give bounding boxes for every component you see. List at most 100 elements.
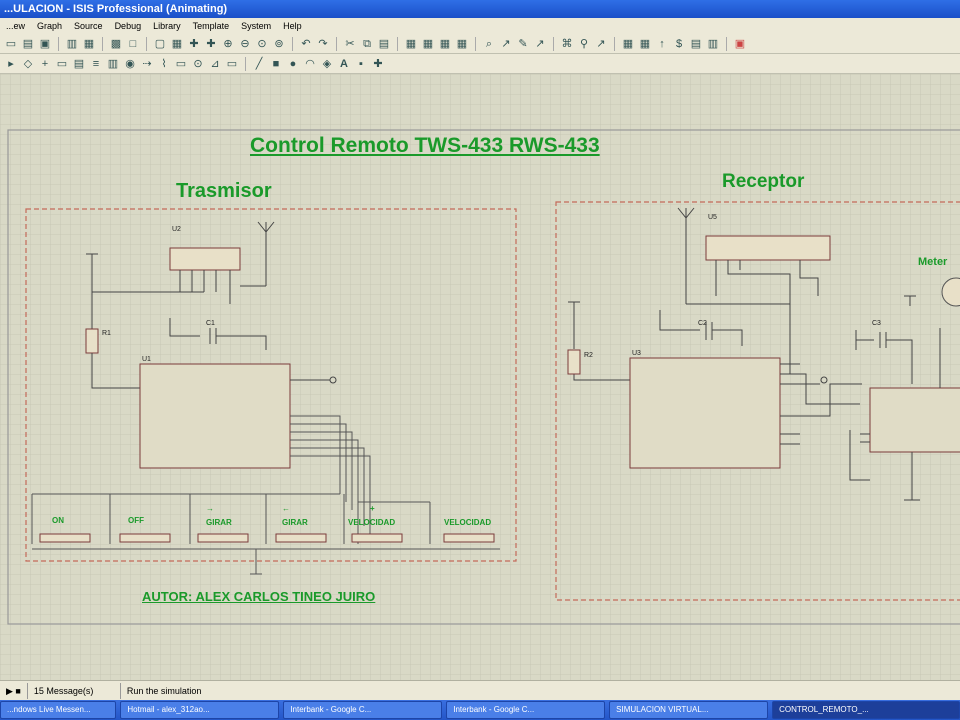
pin-icon[interactable]: ⇢ bbox=[140, 57, 154, 71]
author-label: AUTOR: ALEX CARLOS TINEO JUIRO bbox=[142, 589, 376, 604]
marker-icon[interactable]: ✚ bbox=[371, 57, 385, 71]
taskbar-item[interactable]: Interbank - Google C... bbox=[446, 701, 606, 719]
open-folder-icon[interactable]: ▤ bbox=[21, 37, 35, 51]
graph-icon[interactable]: ⌇ bbox=[157, 57, 171, 71]
menu-debug[interactable]: Debug bbox=[109, 18, 148, 34]
toolbar-separator bbox=[397, 36, 398, 51]
box-icon[interactable]: ■ bbox=[269, 57, 283, 71]
text-icon[interactable]: A bbox=[337, 57, 351, 71]
pick-device-icon[interactable]: ⌕ bbox=[482, 37, 496, 51]
exit-parent-icon[interactable]: ↑ bbox=[655, 37, 669, 51]
menu-help[interactable]: Help bbox=[277, 18, 308, 34]
symbol-icon[interactable]: ▪ bbox=[354, 57, 368, 71]
grid-icon[interactable]: ▦ bbox=[170, 37, 184, 51]
probe-icon[interactable]: ⊿ bbox=[208, 57, 222, 71]
button-girar-left-symbol: ← bbox=[282, 504, 290, 513]
import-icon[interactable]: ▥ bbox=[65, 37, 79, 51]
block-copy-icon[interactable]: ▦ bbox=[404, 37, 418, 51]
status-hint: Run the simulation bbox=[126, 686, 202, 696]
property-tool-icon[interactable]: ↗ bbox=[594, 37, 608, 51]
wire-autorouter-icon[interactable]: ⌘ bbox=[560, 37, 574, 51]
subcircuit-icon[interactable]: ▥ bbox=[106, 57, 120, 71]
menu-template[interactable]: Template bbox=[187, 18, 236, 34]
new-file-icon[interactable]: ▭ bbox=[4, 37, 18, 51]
button-off-label: OFF bbox=[128, 516, 144, 525]
status-bar: ▶ ■ 15 Message(s) Run the simulation bbox=[0, 680, 960, 701]
messages-count[interactable]: 15 Message(s) bbox=[26, 683, 121, 699]
c2-label: C2 bbox=[698, 320, 707, 327]
toolbar-separator bbox=[58, 36, 59, 51]
generator-icon[interactable]: ⊙ bbox=[191, 57, 205, 71]
u1-microcontroller bbox=[139, 363, 291, 469]
c3-label: C3 bbox=[872, 320, 881, 327]
toolbar-separator bbox=[336, 36, 337, 51]
area-icon[interactable]: □ bbox=[126, 37, 140, 51]
zoom-out-icon[interactable]: ⊖ bbox=[238, 37, 252, 51]
tape-icon[interactable]: ▭ bbox=[174, 57, 188, 71]
c1-label: C1 bbox=[206, 320, 215, 327]
taskbar-item[interactable]: ...ndows Live Messen... bbox=[0, 701, 117, 719]
wire-label-icon[interactable]: ▭ bbox=[55, 57, 69, 71]
junction-icon[interactable]: + bbox=[38, 57, 52, 71]
taskbar-item[interactable]: SIMULACION VIRTUAL... bbox=[609, 701, 769, 719]
remove-sheet-icon[interactable]: ▦ bbox=[638, 37, 652, 51]
decompose-icon[interactable]: ↗ bbox=[533, 37, 547, 51]
electrical-check-icon[interactable]: ▤ bbox=[689, 37, 703, 51]
refresh-icon[interactable]: ▢ bbox=[153, 37, 167, 51]
sim-control-icon[interactable]: ▶ ■ bbox=[0, 683, 27, 699]
r1-label: R1 bbox=[102, 330, 111, 337]
netlist-icon[interactable]: ▥ bbox=[706, 37, 720, 51]
toolbar-separator bbox=[245, 56, 246, 71]
menu-bar: ...ew Graph Source Debug Library Templat… bbox=[0, 18, 960, 34]
copy-icon[interactable]: ⧉ bbox=[360, 37, 374, 51]
undo-icon[interactable]: ↶ bbox=[299, 37, 313, 51]
paste-icon[interactable]: ▤ bbox=[377, 37, 391, 51]
component-mode-icon[interactable]: ◇ bbox=[21, 57, 35, 71]
arc-icon[interactable]: ◠ bbox=[303, 57, 317, 71]
menu-source[interactable]: Source bbox=[68, 18, 109, 34]
packaging-icon[interactable]: ✎ bbox=[516, 37, 530, 51]
button-girar-right-label: GIRAR bbox=[206, 518, 232, 527]
bus-icon[interactable]: ≡ bbox=[89, 57, 103, 71]
menu-graph[interactable]: Graph bbox=[31, 18, 68, 34]
zoom-all-icon[interactable]: ⊙ bbox=[255, 37, 269, 51]
main-toolbar: ▭ ▤ ▣ ▥ ▦ ▩ □ ▢ ▦ ✚ ✚ ⊕ ⊖ ⊙ ⊚ ↶ ↷ ✂ ⧉ ▤ … bbox=[0, 34, 960, 54]
line-icon[interactable]: ╱ bbox=[252, 57, 266, 71]
path-icon[interactable]: ◈ bbox=[320, 57, 334, 71]
new-sheet-icon[interactable]: ▦ bbox=[621, 37, 635, 51]
origin-icon[interactable]: ✚ bbox=[187, 37, 201, 51]
block-move-icon[interactable]: ▦ bbox=[421, 37, 435, 51]
taskbar-item-active[interactable]: CONTROL_REMOTO_... bbox=[772, 701, 960, 719]
text-script-icon[interactable]: ▤ bbox=[72, 57, 86, 71]
schematic-canvas[interactable]: Control Remoto TWS-433 RWS-433 Trasmisor… bbox=[0, 74, 960, 680]
save-icon[interactable]: ▣ bbox=[38, 37, 52, 51]
export-icon[interactable]: ▦ bbox=[82, 37, 96, 51]
bill-of-materials-icon[interactable]: $ bbox=[672, 37, 686, 51]
u3-label: U3 bbox=[632, 350, 641, 357]
taskbar-item[interactable]: Hotmail - alex_312ao... bbox=[120, 701, 280, 719]
redo-icon[interactable]: ↷ bbox=[316, 37, 330, 51]
meter-label: Meter bbox=[918, 256, 948, 268]
ares-icon[interactable]: ▣ bbox=[733, 37, 747, 51]
circle-icon[interactable]: ● bbox=[286, 57, 300, 71]
pan-icon[interactable]: ✚ bbox=[204, 37, 218, 51]
search-tag-icon[interactable]: ⚲ bbox=[577, 37, 591, 51]
menu-view[interactable]: ...ew bbox=[0, 18, 31, 34]
window-title: ...ULACION - ISIS Professional (Animatin… bbox=[4, 3, 228, 15]
block-delete-icon[interactable]: ▦ bbox=[455, 37, 469, 51]
toolbar-separator bbox=[475, 36, 476, 51]
print-icon[interactable]: ▩ bbox=[109, 37, 123, 51]
zoom-in-icon[interactable]: ⊕ bbox=[221, 37, 235, 51]
block-rotate-icon[interactable]: ▦ bbox=[438, 37, 452, 51]
menu-library[interactable]: Library bbox=[147, 18, 187, 34]
selection-mode-icon[interactable]: ▸ bbox=[4, 57, 18, 71]
taskbar-item[interactable]: Interbank - Google C... bbox=[283, 701, 443, 719]
instrument-icon[interactable]: ▭ bbox=[225, 57, 239, 71]
zoom-area-icon[interactable]: ⊚ bbox=[272, 37, 286, 51]
make-device-icon[interactable]: ↗ bbox=[499, 37, 513, 51]
cut-icon[interactable]: ✂ bbox=[343, 37, 357, 51]
menu-system[interactable]: System bbox=[235, 18, 277, 34]
r2-resistor bbox=[567, 349, 581, 375]
terminal-icon[interactable]: ◉ bbox=[123, 57, 137, 71]
button-velocidad-up-label: VELOCIDAD bbox=[348, 518, 396, 527]
